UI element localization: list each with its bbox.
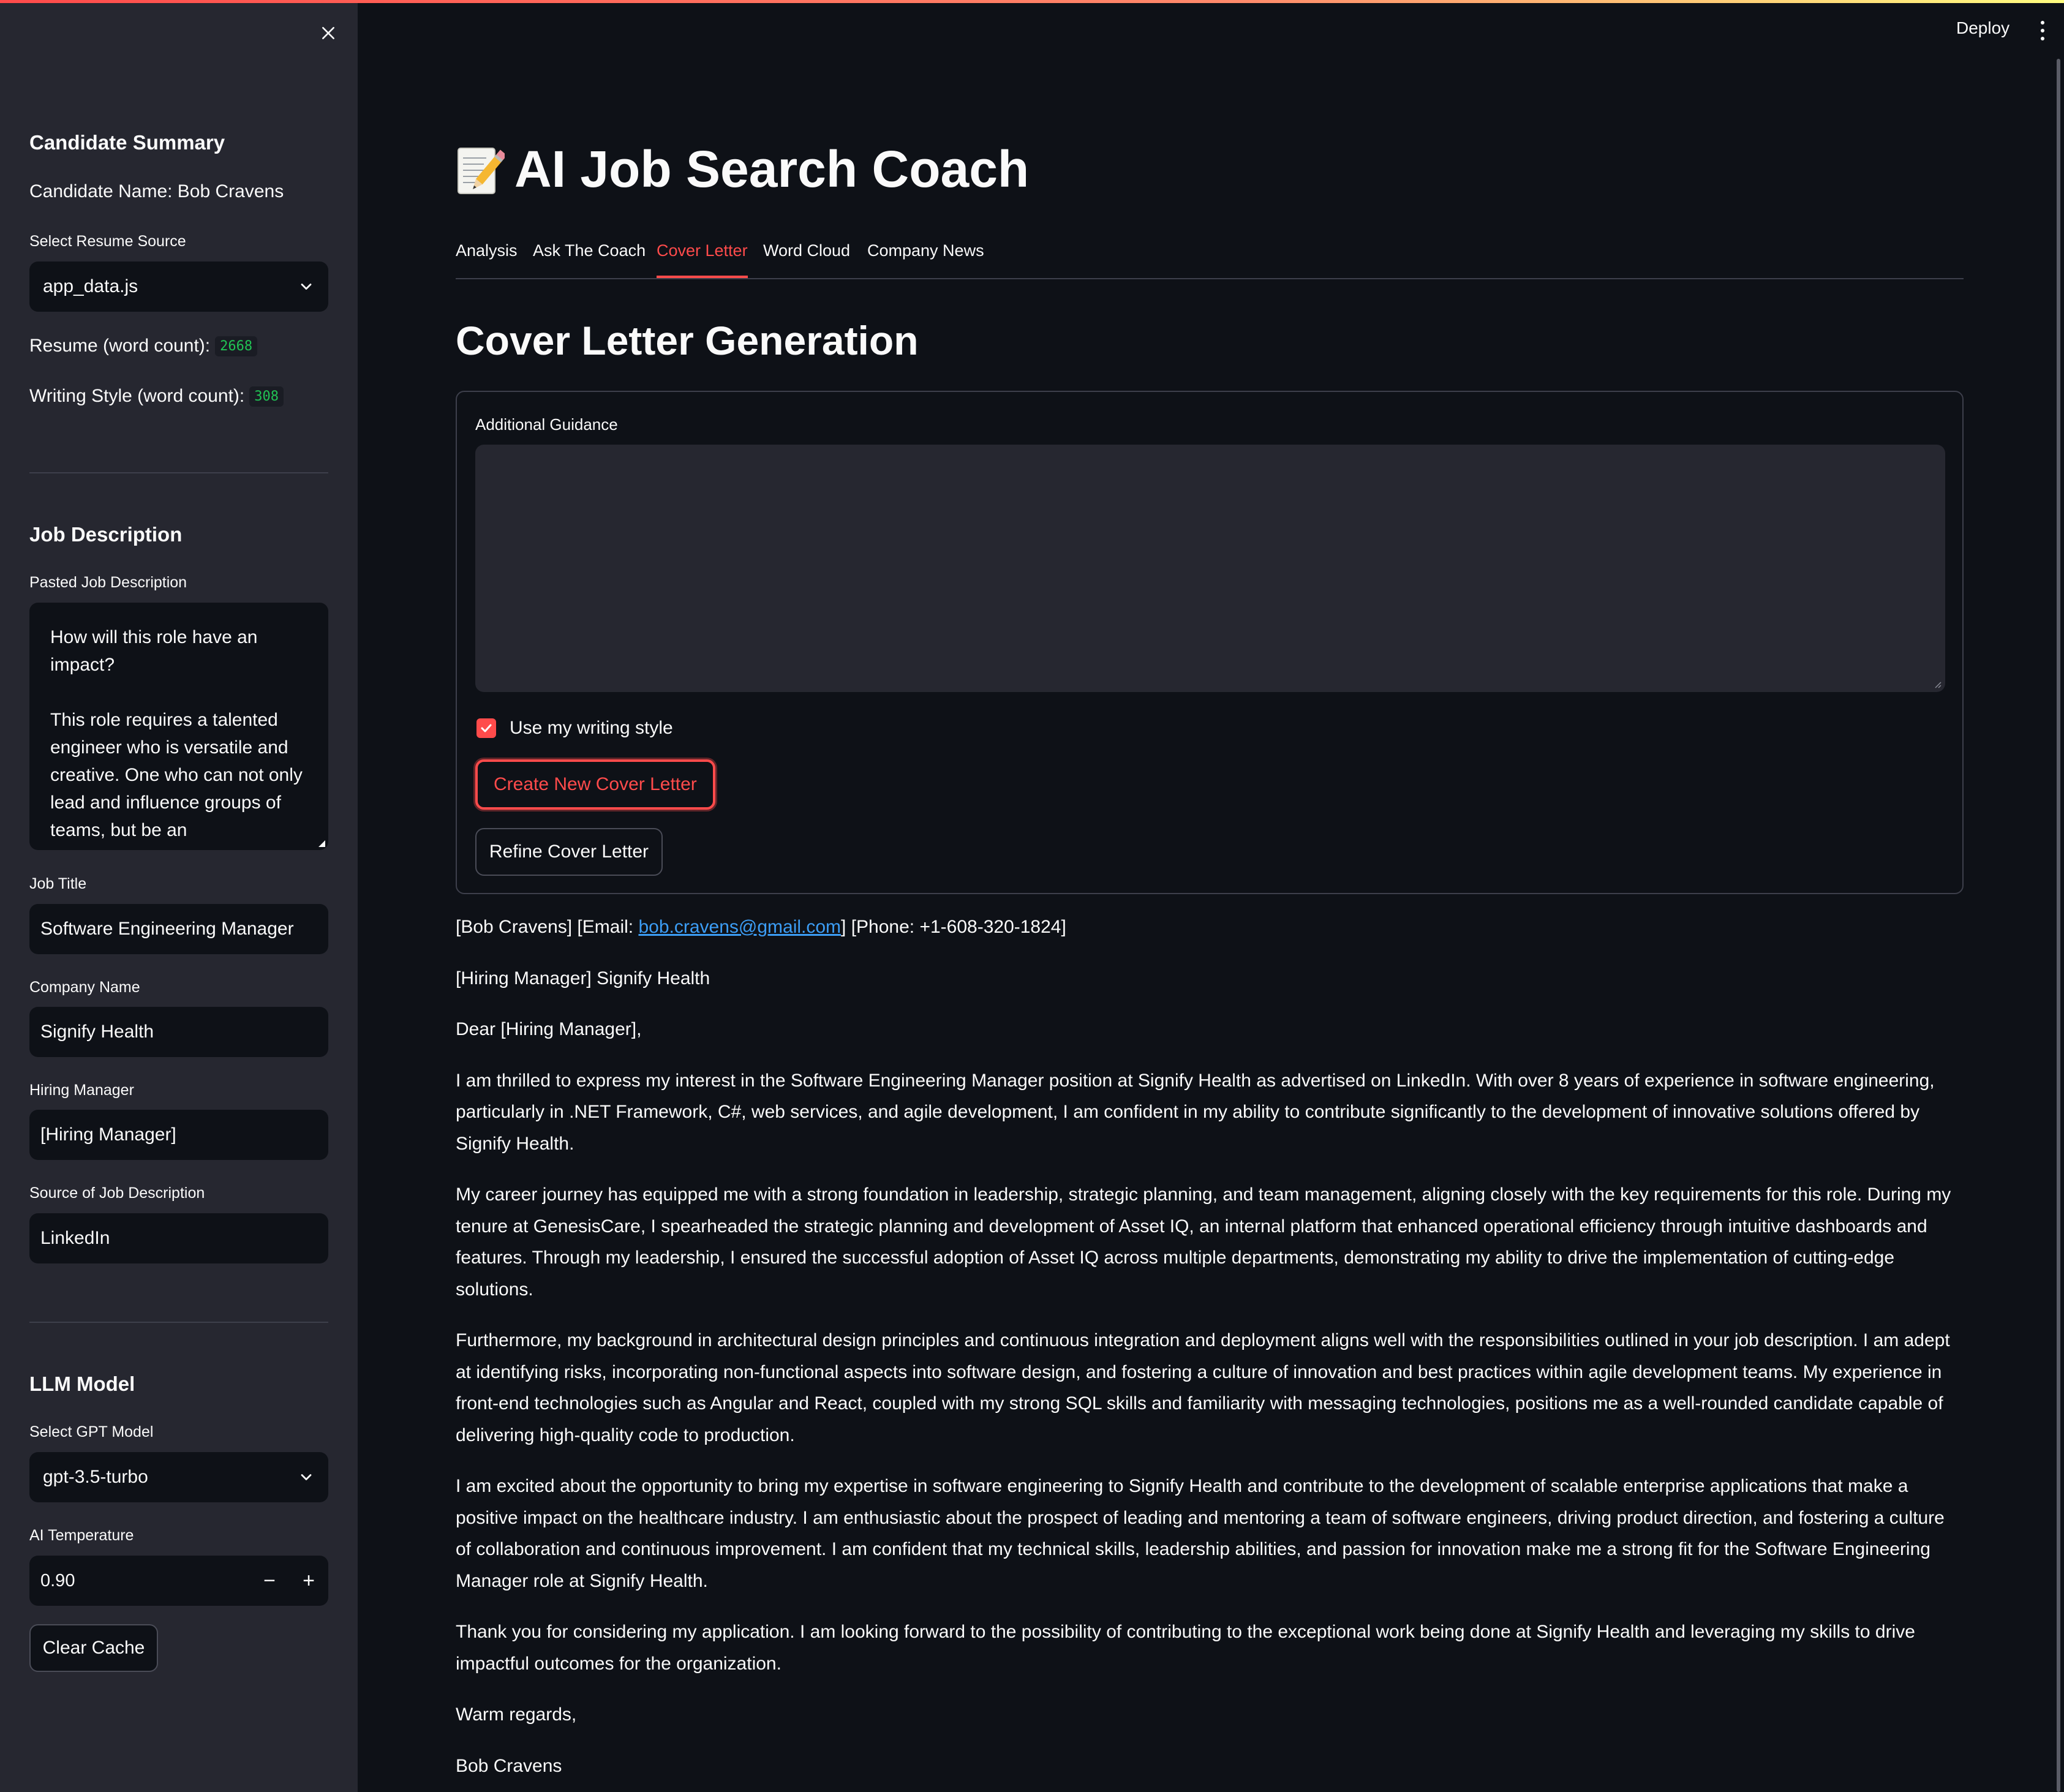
gpt-model-value: gpt-3.5-turbo [43,1467,148,1487]
memo-pencil-icon [458,147,505,194]
checkbox-checked-icon [476,718,496,738]
top-decoration-bar [0,0,2064,3]
resume-source-select[interactable]: app_data.js [29,262,328,312]
tab-analysis[interactable]: Analysis [456,241,518,278]
close-icon [322,27,334,39]
job-description-heading: Job Description [29,523,183,546]
tab-cover-letter[interactable]: Cover Letter [657,241,748,278]
hiring-manager-input[interactable]: [Hiring Manager] [29,1110,328,1160]
hiring-manager-label: Hiring Manager [29,1082,134,1099]
source-value: LinkedIn [40,1228,110,1248]
letter-signature: Bob Cravens [456,1755,562,1776]
cover-letter-form: Additional Guidance Use my writing style… [456,391,1964,894]
page-title: AI Job Search Coach [456,140,1029,199]
writing-style-count-label: Writing Style (word count): [29,386,245,406]
resume-word-count-badge: 2668 [215,336,258,356]
source-input[interactable]: LinkedIn [29,1213,328,1263]
sidebar-divider [29,1322,328,1323]
resume-word-count-label: Resume (word count): [29,336,211,356]
tab-word-cloud[interactable]: Word Cloud [763,241,850,278]
email-link[interactable]: bob.cravens@gmail.com [638,917,841,937]
resize-handle-icon[interactable] [317,839,326,848]
source-label: Source of Job Description [29,1184,205,1202]
candidate-summary-heading: Candidate Summary [29,131,225,154]
main-menu-icon[interactable] [2032,18,2053,43]
letter-recipient-line: [Hiring Manager] Signify Health [456,968,710,988]
clear-cache-button[interactable]: Clear Cache [29,1624,158,1672]
letter-paragraph: My career journey has equipped me with a… [456,1184,1951,1300]
ai-temperature-value: 0.90 [40,1570,75,1591]
letter-paragraph: Furthermore, my background in architectu… [456,1330,1950,1445]
chevron-down-icon [301,284,312,290]
company-name-input[interactable]: Signify Health [29,1007,328,1057]
sidebar: Candidate Summary Candidate Name: Bob Cr… [0,0,358,1792]
use-writing-style-checkbox[interactable]: Use my writing style [476,718,673,739]
letter-closing: Warm regards, [456,1704,577,1725]
tab-company-news[interactable]: Company News [867,241,984,278]
contact-prefix: [Bob Cravens] [Email: [456,917,639,937]
contact-suffix: ] [Phone: +1-608-320-1824] [841,917,1066,937]
sidebar-divider [29,472,328,473]
refine-cover-letter-button[interactable]: Refine Cover Letter [475,828,663,876]
job-title-value: Software Engineering Manager [40,919,294,939]
letter-contact-line: [Bob Cravens] [Email: bob.cravens@gmail.… [456,911,1964,943]
ai-temperature-input[interactable]: 0.90 − + [29,1556,328,1606]
writing-style-count-badge: 308 [249,386,284,407]
increment-button[interactable]: + [289,1556,328,1606]
tab-ask-the-coach[interactable]: Ask The Coach [533,241,646,278]
hiring-manager-value: [Hiring Manager] [40,1124,176,1145]
job-title-input[interactable]: Software Engineering Manager [29,904,328,954]
resume-word-count: Resume (word count): 2668 [29,336,258,356]
tab-bar: Analysis Ask The Coach Cover Letter Word… [456,235,1964,279]
candidate-name: Candidate Name: Bob Cravens [29,181,284,201]
resume-source-label: Select Resume Source [29,233,186,250]
resume-source-value: app_data.js [43,276,138,296]
chevron-down-icon [301,1474,312,1480]
additional-guidance-textarea[interactable] [475,445,1945,692]
cover-letter-output: [Bob Cravens] [Email: bob.cravens@gmail.… [456,911,1964,1792]
gpt-model-select[interactable]: gpt-3.5-turbo [29,1452,328,1502]
use-writing-style-label: Use my writing style [510,718,673,738]
job-title-label: Job Title [29,875,87,892]
create-cover-letter-button[interactable]: Create New Cover Letter [475,759,715,810]
scrollbar-thumb[interactable] [2057,59,2060,1792]
ai-temperature-label: AI Temperature [29,1527,134,1544]
decrement-button[interactable]: − [250,1556,289,1606]
resize-handle-icon[interactable] [1933,680,1942,688]
letter-paragraph: I am excited about the opportunity to br… [456,1476,1945,1591]
section-title: Cover Letter Generation [456,318,919,363]
pasted-job-description-text: How will this role have an impact? This … [50,627,303,840]
company-name-value: Signify Health [40,1022,154,1042]
letter-paragraph: Thank you for considering my application… [456,1622,1915,1674]
company-name-label: Company Name [29,979,140,996]
additional-guidance-label: Additional Guidance [475,415,618,434]
close-sidebar-button[interactable] [314,18,343,48]
letter-salutation: Dear [Hiring Manager], [456,1019,642,1039]
page-title-text: AI Job Search Coach [514,140,1030,198]
letter-paragraph: I am thrilled to express my interest in … [456,1070,1935,1154]
pasted-job-description-label: Pasted Job Description [29,574,187,591]
gpt-model-label: Select GPT Model [29,1423,154,1440]
llm-model-heading: LLM Model [29,1372,135,1395]
deploy-button[interactable]: Deploy [1956,18,2009,38]
pasted-job-description-textarea[interactable]: How will this role have an impact? This … [29,603,328,850]
writing-style-word-count: Writing Style (word count): 308 [29,386,284,407]
